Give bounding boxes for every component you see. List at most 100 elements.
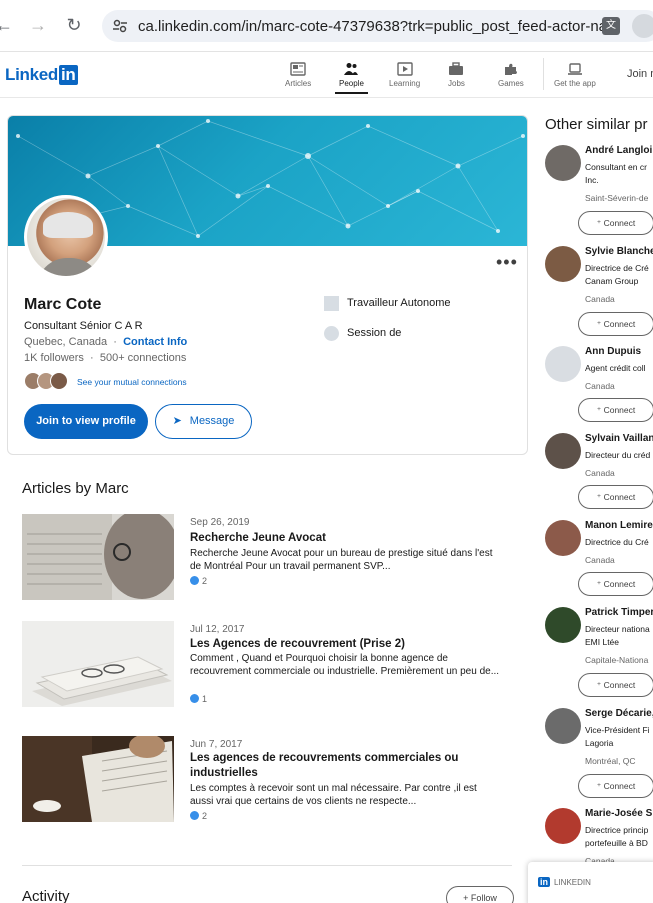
person-name[interactable]: Serge Décarie, xyxy=(585,708,653,719)
profile-avatar xyxy=(545,708,581,744)
article-card[interactable]: Jul 12, 2017 Les Agences de recouvrement… xyxy=(22,621,512,711)
like-icon xyxy=(190,694,199,703)
address-bar[interactable]: ca.linkedin.com/in/marc-cote-47379638?tr… xyxy=(102,10,653,42)
person-location: Canada xyxy=(585,294,615,304)
add-user-icon: ⁺ xyxy=(596,405,604,415)
more-options-icon[interactable]: ••• xyxy=(496,252,518,273)
nav-jobs-label: Jobs xyxy=(448,79,465,88)
add-user-icon: ⁺ xyxy=(596,218,604,228)
article-description: Comment , Quand et Pourquoi choisir la b… xyxy=(190,653,500,677)
translate-icon[interactable]: 文 xyxy=(602,17,620,35)
url-text[interactable]: ca.linkedin.com/in/marc-cote-47379638?tr… xyxy=(138,18,620,35)
nav-games-label: Games xyxy=(498,79,524,88)
connect-button[interactable]: ⁺ Connect xyxy=(578,485,653,509)
avatar-hair xyxy=(43,212,93,238)
reaction-count: 1 xyxy=(202,694,208,704)
person-role: Consultant en cr Inc. xyxy=(585,162,647,185)
linkedin-popup[interactable]: in LINKEDIN xyxy=(528,862,653,903)
nav-divider xyxy=(543,58,544,90)
nav-articles[interactable]: Articles xyxy=(285,62,311,88)
location-text: Quebec, Canada xyxy=(24,336,108,348)
person-role: Vice-Président Fi Lagoria xyxy=(585,725,650,748)
connections-count: 500+ connections xyxy=(99,352,187,364)
zoom-icon[interactable] xyxy=(632,14,653,38)
nav-learning-label: Learning xyxy=(389,79,421,88)
profile-card: ••• Marc Cote Consultant Sénior C A R Qu… xyxy=(7,115,528,455)
nav-learning[interactable]: Learning xyxy=(389,62,420,88)
laptop-icon xyxy=(567,63,582,75)
article-thumbnail-image xyxy=(22,621,174,707)
profile-avatar[interactable] xyxy=(24,195,108,279)
briefcase-icon xyxy=(449,62,464,75)
connect-button[interactable]: ⁺ Connect xyxy=(578,673,653,697)
like-icon xyxy=(190,576,199,585)
person-role: Directrice de Cré Canam Group xyxy=(585,263,649,286)
followers-count: 1K followers xyxy=(24,352,84,364)
linkedin-logo[interactable]: Linked in xyxy=(5,65,78,85)
connect-button[interactable]: ⁺ Connect xyxy=(578,572,653,596)
article-date: Sep 26, 2019 xyxy=(190,517,250,528)
contact-info-link[interactable]: Contact Info xyxy=(123,336,187,348)
similar-profiles-title: Other similar pr xyxy=(545,116,648,133)
article-reactions: 2 xyxy=(190,811,207,821)
nav-articles-label: Articles xyxy=(285,79,312,88)
nav-get-app[interactable]: Get the app xyxy=(554,62,596,88)
join-now-link[interactable]: Join n xyxy=(627,68,653,80)
article-card[interactable]: Jun 7, 2017 Les agences de recouvrements… xyxy=(22,736,512,826)
connect-button[interactable]: ⁺ Connect xyxy=(578,398,653,422)
article-card[interactable]: Sep 26, 2019 Recherche Jeune Avocat Rech… xyxy=(22,514,512,604)
forward-arrow-icon[interactable]: → xyxy=(28,15,48,35)
nav-get-app-label: Get the app xyxy=(554,79,596,88)
article-thumbnail-image xyxy=(22,514,174,600)
nav-jobs[interactable]: Jobs xyxy=(448,62,465,88)
person-name[interactable]: Manon Lemire xyxy=(585,520,653,531)
connect-button[interactable]: ⁺ Connect xyxy=(578,312,653,336)
person-name[interactable]: Patrick Timper xyxy=(585,607,653,618)
person-name[interactable]: Sylvie Blanche xyxy=(585,246,653,257)
school-logo-icon xyxy=(324,326,339,341)
education-label: Session de xyxy=(347,327,402,339)
article-title[interactable]: Recherche Jeune Avocat xyxy=(190,531,490,546)
person-name[interactable]: Ann Dupuis xyxy=(585,346,641,357)
profile-avatar xyxy=(545,520,581,556)
separator-dot: · xyxy=(90,352,94,364)
profile-counts: 1K followers · 500+ connections xyxy=(24,352,186,364)
article-date: Jun 7, 2017 xyxy=(190,739,243,750)
company-logo-icon xyxy=(324,296,339,311)
nav-games[interactable]: Games xyxy=(498,62,524,88)
profile-avatar xyxy=(545,145,581,181)
default-avatar-icon xyxy=(545,346,581,382)
join-to-view-profile-button[interactable]: Join to view profile xyxy=(24,404,148,439)
people-icon xyxy=(344,63,359,75)
article-reactions: 1 xyxy=(190,694,207,704)
person-name[interactable]: André Langloi xyxy=(585,145,652,156)
profile-avatar xyxy=(545,433,581,469)
site-settings-icon[interactable] xyxy=(112,18,128,34)
nav-people[interactable]: People xyxy=(335,62,368,94)
follow-button[interactable]: + Follow xyxy=(446,886,514,903)
like-icon xyxy=(190,811,199,820)
mutual-connections-link[interactable]: See your mutual connections xyxy=(77,377,187,387)
profile-name: Marc Cote xyxy=(24,296,102,313)
add-user-icon: ⁺ xyxy=(596,319,604,329)
person-name[interactable]: Sylvain Vaillan xyxy=(585,433,653,444)
person-name[interactable]: Marie-Josée S xyxy=(585,808,652,819)
article-description: Recherche Jeune Avocat pour un bureau de… xyxy=(190,548,493,572)
person-role: Agent crédit coll xyxy=(585,363,646,373)
follow-label: Follow xyxy=(470,893,497,903)
separator-dot: · xyxy=(113,336,117,348)
connect-button[interactable]: ⁺ Connect xyxy=(578,774,653,798)
connect-button[interactable]: ⁺ Connect xyxy=(578,211,653,235)
article-title[interactable]: Les Agences de recouvrement (Prise 2) xyxy=(190,637,490,652)
message-button[interactable]: ➤ Message xyxy=(155,404,252,439)
experience-label: Travailleur Autonome xyxy=(347,297,451,309)
person-role: Directrice du Cré xyxy=(585,537,649,547)
article-title[interactable]: Les agences de recouvrements commerciale… xyxy=(190,751,490,781)
reload-icon[interactable]: ↻ xyxy=(64,15,84,35)
learning-icon xyxy=(396,62,413,76)
back-arrow-icon[interactable]: ← xyxy=(0,15,14,35)
send-icon: ➤ xyxy=(172,415,182,427)
person-location: Canada xyxy=(585,381,615,391)
person-role: Directeur nationa EMI Ltée xyxy=(585,624,650,647)
person-location: Saint-Séverin-de xyxy=(585,193,649,203)
